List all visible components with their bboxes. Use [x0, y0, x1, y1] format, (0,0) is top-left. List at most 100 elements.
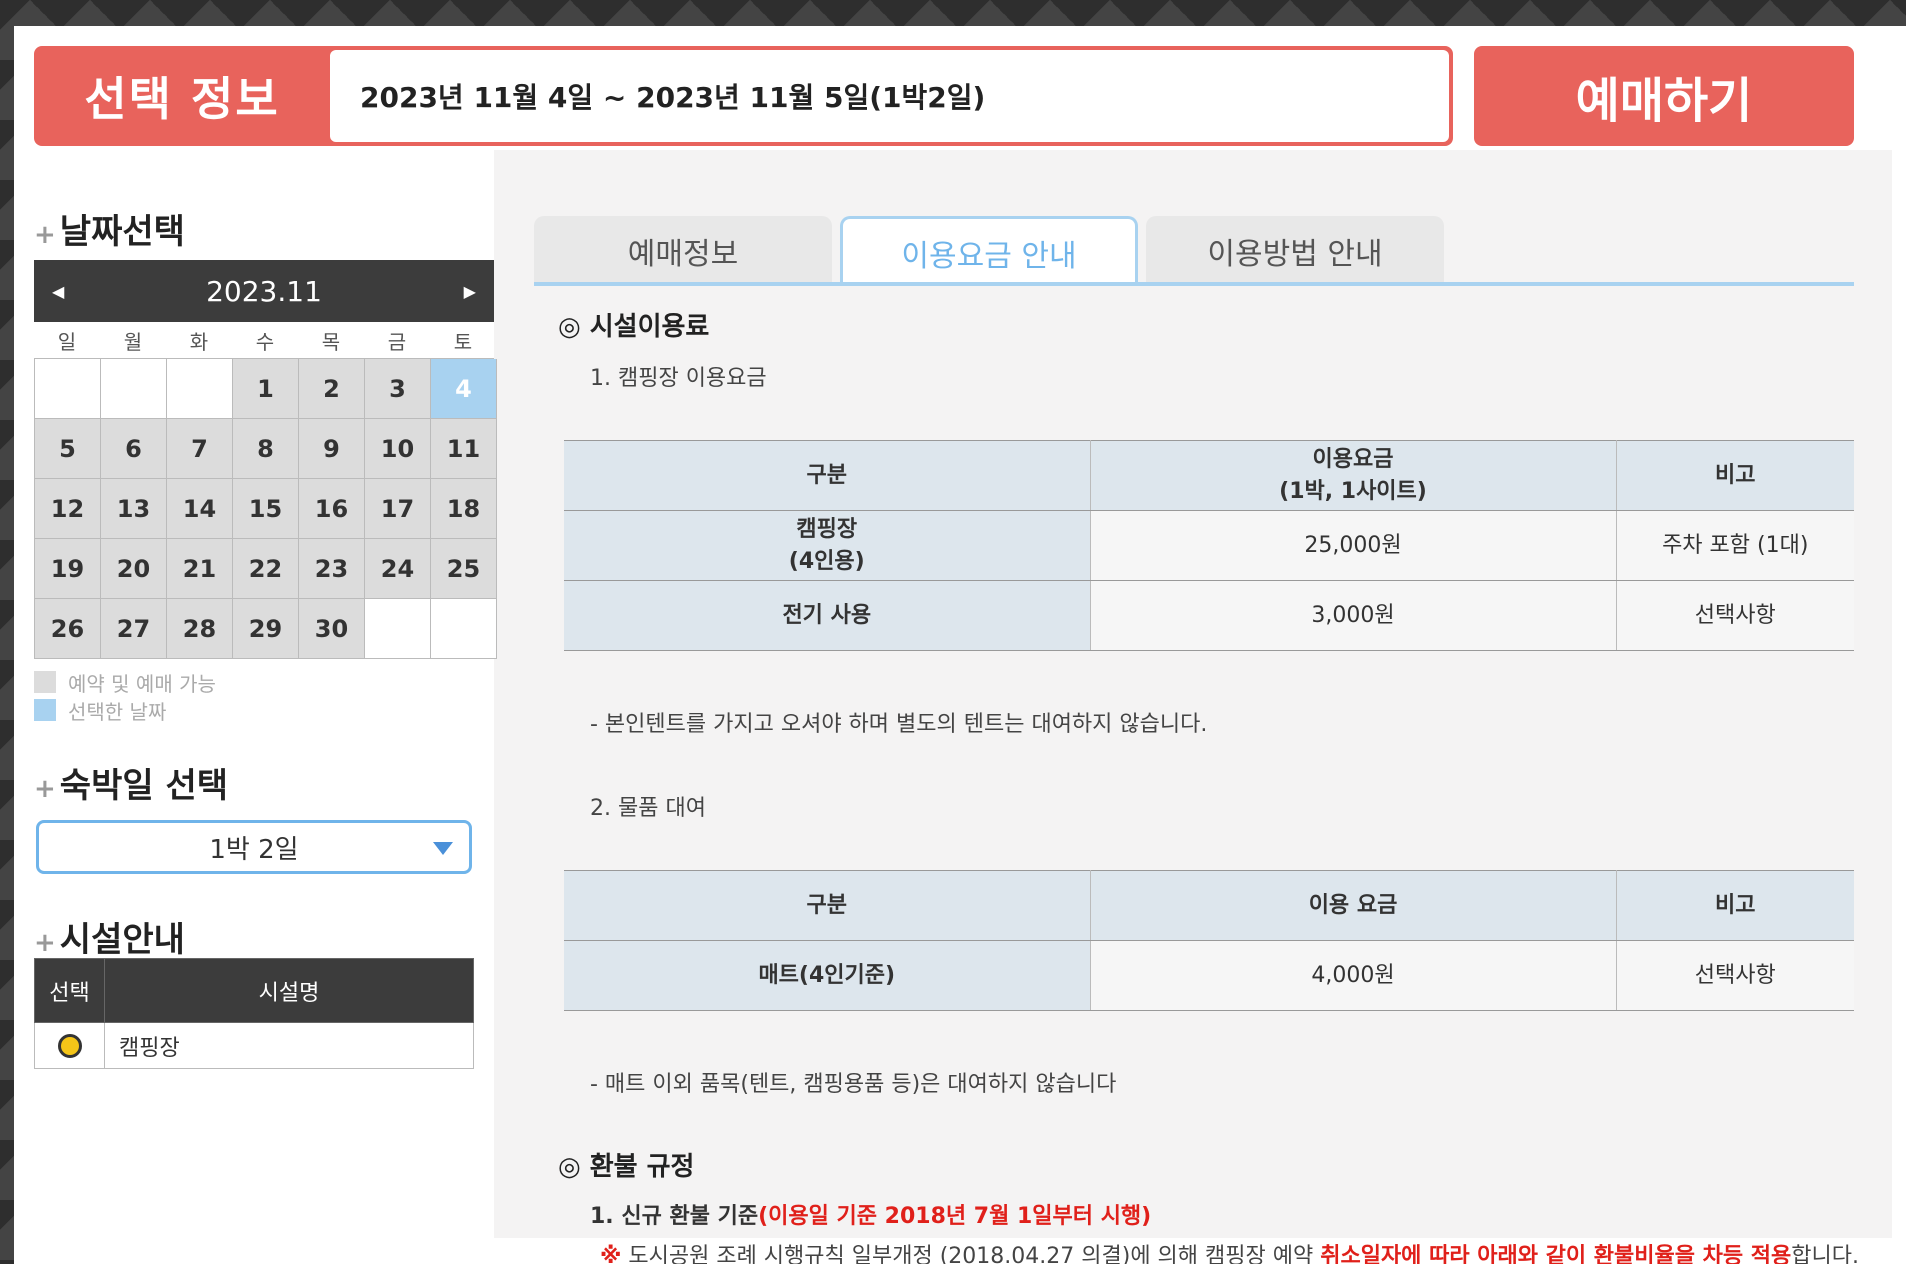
facility-col-name: 시설명: [104, 958, 474, 1023]
chevron-down-icon: [433, 842, 453, 855]
facility-section-title: 시설안내: [59, 920, 185, 960]
facility-col-select: 선택: [34, 958, 105, 1023]
refund-note-end: 합니다.: [1791, 1244, 1859, 1264]
refund-note-mark: ※: [600, 1244, 622, 1264]
calendar-day[interactable]: 19: [35, 539, 101, 599]
calendar-day[interactable]: 28: [167, 599, 233, 659]
fee-col-note: 비고: [1616, 440, 1854, 511]
calendar-day[interactable]: 18: [431, 479, 497, 539]
calendar-day[interactable]: 5: [35, 419, 101, 479]
refund-note: ※ 도시공원 조례 시행규칙 일부개정 (2018.04.27 의결)에 의해 …: [600, 1238, 1859, 1264]
calendar-day[interactable]: 30: [299, 599, 365, 659]
next-month-icon[interactable]: ▶: [464, 282, 476, 301]
rental-fee-table: 구분 이용 요금 비고 매트(4인기준) 4,000원 선택사항: [564, 870, 1854, 1011]
calendar-empty-cell: [167, 359, 233, 419]
facility-table: 선택 시설명 캠핑장: [34, 958, 474, 1069]
calendar-day[interactable]: 4: [431, 359, 497, 419]
nights-section-title: 숙박일 선택: [59, 766, 229, 806]
weekday-label: 금: [387, 329, 407, 354]
calendar-grid: 1 2 3 4 5 6 7 8 9 10 11 12 13 14 15 16 17 18 19 20 21 22 23 24 2…: [34, 358, 497, 659]
section1-title: 1. 캠핑장 이용요금: [590, 366, 767, 391]
selection-info-label: 선택 정보: [84, 72, 280, 126]
calendar-day[interactable]: 27: [101, 599, 167, 659]
refund-note-highlight: 취소일자에 따라 아래와 같이 환불비율을 차등 적용: [1320, 1244, 1792, 1264]
calendar-day[interactable]: 13: [101, 479, 167, 539]
facility-radio[interactable]: [57, 1033, 82, 1058]
refund-item-date: (이용일 기준 2018년 7월 1일부터 시행): [758, 1204, 1152, 1229]
calendar-day[interactable]: 26: [35, 599, 101, 659]
prev-month-icon[interactable]: ◀: [52, 282, 64, 301]
plus-icon: +: [34, 928, 56, 958]
calendar-day[interactable]: 29: [233, 599, 299, 659]
calendar-day[interactable]: 16: [299, 479, 365, 539]
section2-title: 2. 물품 대여: [590, 796, 706, 821]
calendar-day[interactable]: 15: [233, 479, 299, 539]
facility-section-heading: + 시설안내: [34, 912, 185, 961]
calendar-day[interactable]: 24: [365, 539, 431, 599]
tab-bar: 예매정보 이용요금 안내 이용방법 안내: [534, 216, 1452, 286]
table-row: 매트(4인기준) 4,000원 선택사항: [564, 940, 1854, 1011]
legend-selected-swatch: [34, 699, 56, 721]
legend-available-label: 예약 및 예매 가능: [68, 671, 216, 696]
calendar-day[interactable]: 7: [167, 419, 233, 479]
calendar-day[interactable]: 12: [35, 479, 101, 539]
weekday-label: 수: [255, 329, 275, 354]
fee-heading: ◎ 시설이용료: [558, 312, 710, 342]
calendar-day[interactable]: 21: [167, 539, 233, 599]
calendar-month: 2023.11: [206, 274, 322, 308]
calendar-day[interactable]: 6: [101, 419, 167, 479]
calendar-day[interactable]: 23: [299, 539, 365, 599]
weekday-label: 일: [57, 329, 77, 354]
calendar-day[interactable]: 1: [233, 359, 299, 419]
facility-name: 캠핑장: [104, 1022, 474, 1069]
calendar-empty-cell: [431, 599, 497, 659]
table-row: 전기 사용 3,000원 선택사항: [564, 580, 1854, 651]
weekday-label: 월: [123, 329, 143, 354]
calendar-day[interactable]: 25: [431, 539, 497, 599]
refund-item: 1. 신규 환불 기준(이용일 기준 2018년 7월 1일부터 시행): [590, 1198, 1151, 1230]
calendar-day[interactable]: 10: [365, 419, 431, 479]
calendar-day[interactable]: 17: [365, 479, 431, 539]
refund-note-text: 도시공원 조례 시행규칙 일부개정 (2018.04.27 의결)에 의해 캠핑…: [621, 1244, 1321, 1264]
facility-radio-cell[interactable]: [34, 1022, 105, 1069]
calendar-header: ◀ 2023.11 ▶: [34, 260, 494, 322]
calendar-day[interactable]: 22: [233, 539, 299, 599]
selection-info-bar: 선택 정보 2023년 11월 4일 ~ 2023년 11월 5일(1박2일): [34, 46, 1453, 146]
calendar-day[interactable]: 8: [233, 419, 299, 479]
calendar-day[interactable]: 3: [365, 359, 431, 419]
table-row[interactable]: 캠핑장: [34, 1022, 474, 1069]
nights-section-heading: + 숙박일 선택: [34, 758, 228, 807]
calendar-day[interactable]: 14: [167, 479, 233, 539]
rental-cell: 4,000원: [1090, 940, 1617, 1011]
rental-cell: 매트(4인기준): [564, 940, 1091, 1011]
date-section-title: 날짜선택: [59, 212, 185, 252]
fee-cell: 전기 사용: [564, 580, 1091, 651]
tab-usage-info[interactable]: 이용방법 안내: [1146, 216, 1444, 286]
weekday-label: 목: [321, 329, 341, 354]
rental-col-price: 이용 요금: [1090, 870, 1617, 941]
weekday-label: 화: [189, 329, 209, 354]
weekday-label: 토: [453, 329, 473, 354]
tab-booking-info[interactable]: 예매정보: [534, 216, 832, 286]
tab-fee-info[interactable]: 이용요금 안내: [840, 216, 1138, 286]
book-button[interactable]: 예매하기: [1474, 46, 1854, 146]
legend-available: 예약 및 예매 가능: [34, 668, 216, 696]
legend-selected: 선택한 날짜: [34, 696, 216, 724]
legend-selected-label: 선택한 날짜: [68, 699, 167, 724]
calendar-day[interactable]: 11: [431, 419, 497, 479]
calendar-weekdays: 일월화수목금토: [34, 322, 494, 358]
date-section-heading: + 날짜선택: [34, 204, 185, 253]
nights-select[interactable]: 1박 2일: [36, 820, 472, 874]
fee-cell: 주차 포함 (1대): [1616, 510, 1854, 581]
refund-item-title: 1. 신규 환불 기준: [590, 1204, 759, 1229]
calendar-legend: 예약 및 예매 가능 선택한 날짜: [34, 668, 216, 724]
calendar-day[interactable]: 9: [299, 419, 365, 479]
calendar-empty-cell: [101, 359, 167, 419]
calendar: ◀ 2023.11 ▶ 일월화수목금토 1 2 3 4 5 6 7 8 9 10 11 12 13 14 1…: [34, 260, 497, 659]
refund-heading: ◎ 환불 규정: [558, 1152, 695, 1182]
calendar-empty-cell: [35, 359, 101, 419]
calendar-day[interactable]: 2: [299, 359, 365, 419]
rental-col-note: 비고: [1616, 870, 1854, 941]
camping-fee-table: 구분 이용요금 (1박, 1사이트) 비고 캠핑장 (4인용) 25,000원 …: [564, 440, 1854, 651]
calendar-day[interactable]: 20: [101, 539, 167, 599]
